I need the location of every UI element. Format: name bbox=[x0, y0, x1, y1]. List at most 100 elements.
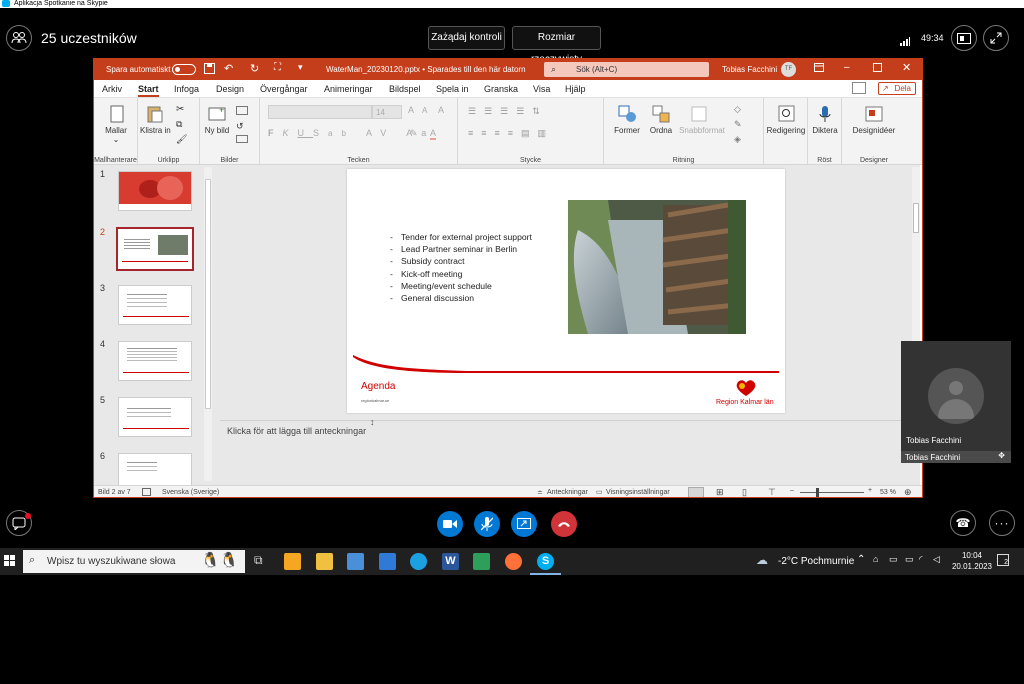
present-icon[interactable]: ⛶ bbox=[274, 62, 281, 73]
font-color-icon[interactable]: A bbox=[430, 128, 437, 140]
move-icon[interactable]: ✥ bbox=[998, 451, 1005, 460]
microphone-icon[interactable] bbox=[817, 105, 835, 123]
tab-visa[interactable]: Visa bbox=[533, 84, 550, 94]
design-ideas-icon[interactable] bbox=[865, 105, 883, 123]
fullscreen-button[interactable] bbox=[983, 25, 1009, 51]
quick-styles-icon[interactable] bbox=[690, 105, 708, 123]
shrink-font-icon[interactable]: A bbox=[422, 106, 427, 115]
notes-pane[interactable]: ↕ Klicka för att lägga till anteckningar bbox=[220, 417, 920, 485]
microsoft-store-icon[interactable] bbox=[347, 553, 364, 570]
slide-thumbnail-6[interactable] bbox=[118, 453, 192, 485]
minimize-icon[interactable]: – bbox=[844, 62, 850, 73]
excel-icon[interactable] bbox=[473, 553, 490, 570]
layout-button[interactable] bbox=[951, 25, 977, 51]
cut-icon[interactable]: ✂ bbox=[176, 104, 184, 115]
zoom-out-icon[interactable]: – bbox=[790, 487, 794, 494]
dialpad-button[interactable]: ☎ bbox=[950, 510, 976, 536]
participants-button[interactable] bbox=[6, 25, 32, 51]
language-status[interactable]: Svenska (Sverige) bbox=[162, 489, 219, 496]
fit-slide-icon[interactable]: ⊕ bbox=[904, 487, 912, 497]
slideshow-icon[interactable]: ⊤ bbox=[768, 487, 776, 497]
comments-icon[interactable] bbox=[852, 82, 866, 94]
search-box[interactable]: ⌕ Sök (Alt+C) bbox=[544, 62, 709, 77]
slide-thumbnail-3[interactable] bbox=[118, 285, 192, 325]
quick-styles-button[interactable]: Snabbformat bbox=[678, 126, 726, 135]
tab-overgangar[interactable]: Övergångar bbox=[260, 84, 308, 94]
share-screen-button[interactable] bbox=[511, 511, 537, 537]
format-painter-icon[interactable]: 🖌 bbox=[176, 134, 187, 145]
highlight-icon[interactable]: ✎ bbox=[410, 128, 418, 139]
current-slide[interactable]: Tender for external project support Lead… bbox=[347, 169, 785, 413]
close-icon[interactable]: ✕ bbox=[902, 61, 911, 74]
weather-status[interactable]: -2°C Pochmurnie bbox=[778, 556, 854, 567]
new-slide-button[interactable]: Ny bild bbox=[202, 126, 232, 135]
chat-button[interactable] bbox=[6, 510, 32, 536]
fill-icon[interactable]: ◇ bbox=[734, 104, 741, 115]
mallar-button[interactable]: Mallar bbox=[94, 126, 138, 135]
font-name-field[interactable] bbox=[268, 105, 372, 119]
tab-spela-in[interactable]: Spela in bbox=[436, 84, 469, 94]
templates-icon[interactable] bbox=[108, 105, 126, 123]
outline-icon[interactable]: ✎ bbox=[734, 119, 742, 130]
taskbar-clock[interactable]: 10:04 20.01.2023 bbox=[950, 550, 994, 572]
layout-icon[interactable] bbox=[236, 106, 248, 115]
undo-icon[interactable]: ↶ bbox=[224, 62, 233, 75]
zoom-in-icon[interactable]: + bbox=[868, 487, 872, 494]
reading-view-icon[interactable]: ▯ bbox=[742, 487, 747, 497]
tab-hjalp[interactable]: Hjälp bbox=[565, 84, 586, 94]
tab-infoga[interactable]: Infoga bbox=[174, 84, 199, 94]
mail-icon[interactable] bbox=[379, 553, 396, 570]
tab-granska[interactable]: Granska bbox=[484, 84, 518, 94]
slide-thumbnail-5[interactable] bbox=[118, 397, 192, 437]
thumbnails-scrollbar[interactable] bbox=[204, 167, 212, 481]
slide-thumbnail-4[interactable] bbox=[118, 341, 192, 381]
shapes-icon[interactable] bbox=[618, 105, 636, 123]
file-explorer-icon[interactable] bbox=[316, 553, 333, 570]
tab-arkiv[interactable]: Arkiv bbox=[102, 84, 122, 94]
paste-icon[interactable] bbox=[146, 105, 164, 123]
arrange-icon[interactable] bbox=[652, 105, 670, 123]
mute-button[interactable] bbox=[474, 511, 500, 537]
display-settings-icon[interactable]: ▭ bbox=[596, 488, 603, 496]
tray-volume-icon[interactable]: ◁ bbox=[933, 554, 940, 565]
slide-thumbnail-1[interactable] bbox=[118, 171, 192, 211]
customize-icon[interactable]: ▾ bbox=[298, 62, 303, 73]
editing-button[interactable]: Redigering bbox=[764, 126, 808, 135]
windows-start-icon[interactable] bbox=[4, 555, 16, 570]
more-options-button[interactable]: ··· bbox=[989, 510, 1015, 536]
grow-font-icon[interactable]: A bbox=[408, 105, 414, 115]
tab-design[interactable]: Design bbox=[216, 84, 244, 94]
maximize-icon[interactable] bbox=[873, 63, 882, 74]
slide-thumbnail-2[interactable] bbox=[116, 227, 194, 271]
tray-network-icon[interactable]: ⌂ bbox=[873, 554, 878, 564]
slide-sorter-icon[interactable]: ⊞ bbox=[716, 487, 724, 497]
accessibility-icon[interactable] bbox=[142, 488, 151, 496]
hang-up-button[interactable] bbox=[551, 511, 577, 537]
find-icon[interactable] bbox=[778, 105, 796, 123]
ribbon-display-icon[interactable] bbox=[814, 63, 824, 74]
tray-meet-icon[interactable]: ▭ bbox=[889, 554, 898, 565]
tray-battery-icon[interactable]: ▭ bbox=[905, 554, 914, 565]
tray-chevron-icon[interactable]: ⌃ bbox=[857, 554, 865, 565]
list-buttons[interactable]: ☰☰☰☰⇅ bbox=[468, 106, 548, 117]
zoom-level[interactable]: 53 % bbox=[880, 489, 896, 496]
align-buttons[interactable]: ≡≡≡≡▤▥ bbox=[468, 128, 554, 139]
font-size-field[interactable]: 14 bbox=[372, 105, 402, 119]
zoom-slider[interactable] bbox=[800, 488, 864, 497]
tab-animeringar[interactable]: Animeringar bbox=[324, 84, 373, 94]
new-slide-icon[interactable]: + bbox=[208, 105, 226, 123]
paste-button[interactable]: Klistra in bbox=[140, 126, 171, 135]
outlook-ish-app-icon[interactable] bbox=[284, 553, 301, 570]
word-icon[interactable]: W bbox=[442, 553, 459, 570]
share-button[interactable]: ↗ Dela bbox=[878, 82, 916, 95]
edge-icon[interactable] bbox=[410, 553, 427, 570]
arrange-button[interactable]: Ordna bbox=[644, 126, 678, 135]
tab-bildspel[interactable]: Bildspel bbox=[389, 84, 421, 94]
taskbar-search-box[interactable]: ⌕ Wpisz tu wyszukiwane słowa 🐧🐧 bbox=[23, 550, 245, 573]
notes-toggle-icon[interactable]: ≐ bbox=[537, 489, 543, 497]
view-settings[interactable]: Visningsinställningar bbox=[606, 489, 670, 496]
copy-icon[interactable]: ⧉ bbox=[176, 119, 182, 130]
skype-taskbar-icon[interactable]: S bbox=[537, 553, 554, 570]
notification-center-icon[interactable]: 2 bbox=[997, 554, 1009, 566]
user-avatar[interactable]: TF bbox=[781, 62, 796, 77]
